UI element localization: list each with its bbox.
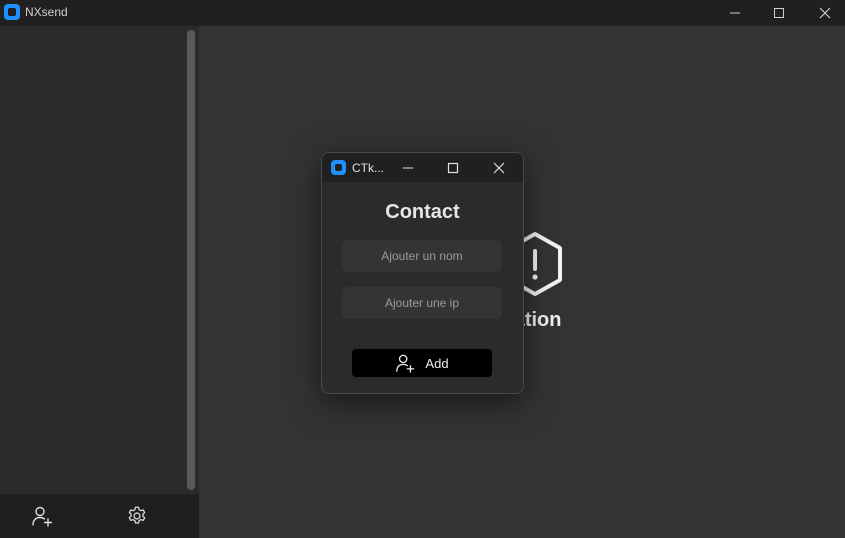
ip-input[interactable]: [342, 287, 502, 319]
dialog-heading: Contact: [385, 201, 460, 223]
add-user-icon: [396, 354, 415, 373]
close-icon: [819, 7, 831, 19]
dialog-close-button[interactable]: [481, 153, 517, 182]
name-input[interactable]: [342, 240, 502, 272]
contact-list[interactable]: [0, 26, 183, 494]
add-contact-button[interactable]: [30, 504, 54, 528]
maximize-icon: [447, 162, 459, 173]
dialog-app-icon: [331, 160, 346, 175]
gear-icon: [128, 506, 146, 524]
close-icon: [493, 162, 505, 173]
maximize-icon: [774, 8, 784, 18]
minimize-icon: [403, 167, 413, 168]
add-user-icon: [32, 506, 53, 527]
dialog-maximize-button[interactable]: [435, 153, 471, 182]
dialog-minimize-button[interactable]: [390, 153, 426, 182]
dialog-titlebar: CTk...: [322, 153, 523, 182]
minimize-button[interactable]: [712, 0, 758, 26]
settings-button[interactable]: [125, 504, 149, 528]
maximize-button[interactable]: [756, 0, 802, 26]
app-title: NXsend: [25, 5, 68, 19]
app-logo-icon: [4, 4, 20, 20]
sidebar-scrollbar[interactable]: [187, 30, 195, 490]
dialog-window-title: CTk...: [352, 161, 384, 175]
add-button-label: Add: [425, 355, 449, 371]
add-contact-submit-button[interactable]: Add: [352, 349, 492, 377]
contact-dialog: CTk... Contact Add: [321, 152, 524, 394]
sidebar: [0, 26, 199, 538]
window-titlebar: NXsend: [0, 0, 845, 26]
minimize-icon: [730, 12, 740, 14]
close-button[interactable]: [802, 0, 845, 26]
sidebar-footer: [0, 494, 199, 538]
